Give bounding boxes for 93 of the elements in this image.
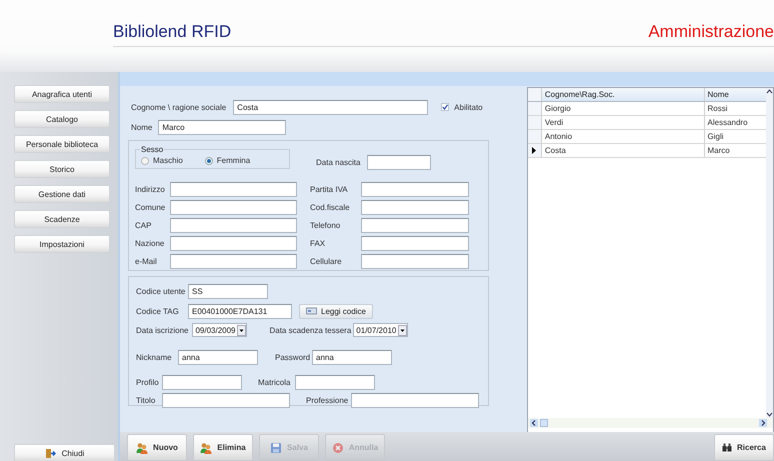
radio-button[interactable] xyxy=(204,156,213,164)
field-label: Cod.fiscale xyxy=(310,202,351,212)
input-field[interactable] xyxy=(162,374,242,390)
menu-button[interactable]: Gestione dati xyxy=(14,185,110,203)
users-icon xyxy=(136,442,148,454)
field-label: Codice TAG xyxy=(136,306,180,316)
vertical-scrollbar[interactable] xyxy=(766,88,773,418)
field-label: Data nascita xyxy=(316,158,362,167)
field-label: Partita IVA xyxy=(310,184,349,194)
field-label: Professione xyxy=(306,396,350,404)
field-label: CAP xyxy=(135,220,152,230)
checkbox-label: Abilitato xyxy=(454,102,483,112)
column-header[interactable]: Cognome\Rag.Soc. xyxy=(542,88,705,101)
input-field[interactable] xyxy=(361,200,469,214)
binoculars-icon xyxy=(722,443,732,452)
input-field[interactable] xyxy=(170,254,297,268)
input-field[interactable]: Marco xyxy=(158,120,286,134)
radio-label: Maschio xyxy=(153,156,183,165)
input-field[interactable] xyxy=(170,200,297,214)
horizontal-scrollbar[interactable] xyxy=(528,418,773,428)
field-label: Cellulare xyxy=(310,256,343,266)
menu-button[interactable]: Scadenze xyxy=(14,210,110,228)
date-dropdown[interactable]: 01/07/2010 xyxy=(353,323,408,337)
toolbar-button[interactable]: Nuovo xyxy=(127,434,187,461)
menu-button[interactable]: Storico xyxy=(14,160,110,178)
scroll-down-icon xyxy=(766,411,773,418)
input-field[interactable] xyxy=(351,392,479,408)
close-button[interactable]: Chiudi xyxy=(14,444,115,461)
input-field[interactable] xyxy=(367,155,431,170)
exit-door-icon xyxy=(44,448,56,458)
group-label: Sesso xyxy=(140,145,164,154)
input-field[interactable] xyxy=(170,236,297,250)
menu-button[interactable]: Impostazioni xyxy=(14,235,110,253)
input-field[interactable] xyxy=(170,182,297,196)
toolbar-button[interactable]: Elimina xyxy=(193,434,253,461)
date-dropdown[interactable]: 09/03/2009 xyxy=(192,323,248,337)
cancel-icon xyxy=(332,442,344,454)
field-label: Matricola xyxy=(258,378,292,386)
input-field[interactable] xyxy=(170,218,297,232)
field-label: Cognome \ ragione sociale xyxy=(131,102,226,112)
field-label: Indirizzo xyxy=(135,184,166,194)
menu-button[interactable]: Anagrafica utenti xyxy=(14,85,110,103)
field-label: FAX xyxy=(310,238,326,248)
menu-button[interactable]: Catalogo xyxy=(14,110,110,128)
field-label: Comune xyxy=(135,202,166,212)
table-cell-text: Gigli xyxy=(706,131,725,143)
table-cell: Costa xyxy=(542,144,705,157)
read-code-button[interactable]: Leggi codice xyxy=(299,304,373,318)
input-field[interactable] xyxy=(361,182,469,196)
field-label: Telefono xyxy=(310,220,342,230)
field-label: Data iscrizione xyxy=(136,326,188,334)
input-field[interactable] xyxy=(361,236,469,250)
table-cell-text: Alessandro xyxy=(706,117,749,129)
radio-label: Femmina xyxy=(216,156,250,165)
section-title: Amministrazione xyxy=(648,22,774,42)
field-label: e-Mail xyxy=(135,256,158,266)
input-field[interactable]: SS xyxy=(188,284,268,298)
field-label: Password xyxy=(275,352,312,362)
field-label: Profilo xyxy=(136,378,160,386)
users-icon xyxy=(200,442,212,454)
scroll-thumb-icon xyxy=(540,419,548,427)
input-field[interactable]: E00401000E7DA131 xyxy=(188,304,292,318)
input-field[interactable] xyxy=(361,254,469,268)
input-field[interactable] xyxy=(162,392,290,408)
row-header[interactable] xyxy=(528,144,542,157)
input-field[interactable]: anna xyxy=(312,350,392,364)
field-label: Nickname xyxy=(136,352,173,362)
column-header[interactable]: Nome xyxy=(704,88,766,101)
input-field[interactable] xyxy=(295,374,375,390)
field-label: Nome xyxy=(131,122,152,132)
menu-button[interactable]: Personale biblioteca xyxy=(14,135,110,153)
field-label: Codice utente xyxy=(136,286,186,296)
field-label: Data scadenza tessera xyxy=(269,326,352,334)
table-cell-text: Rossi xyxy=(706,103,729,115)
radio-button[interactable] xyxy=(141,156,149,164)
corner-cell xyxy=(528,88,542,101)
field-label: Nazione xyxy=(135,238,166,248)
input-field[interactable]: Costa xyxy=(233,100,428,114)
input-field[interactable]: anna xyxy=(178,350,258,364)
field-label: Titolo xyxy=(136,396,156,404)
table-cell: Giorgio xyxy=(542,102,705,115)
app-title: Bibliolend RFID xyxy=(113,22,232,42)
table-cell: Verdi xyxy=(542,116,705,129)
card-reader-icon xyxy=(306,307,317,315)
checkbox[interactable] xyxy=(441,103,450,111)
table-cell: Antonio xyxy=(542,130,705,143)
row-pointer-icon xyxy=(532,147,536,154)
scroll-left-icon xyxy=(530,419,538,427)
scroll-right-icon xyxy=(759,419,767,427)
input-field[interactable] xyxy=(361,218,469,232)
table-cell-text: Marco xyxy=(706,145,731,157)
search-button[interactable]: Ricerca xyxy=(714,434,774,461)
scroll-up-icon xyxy=(766,88,773,95)
